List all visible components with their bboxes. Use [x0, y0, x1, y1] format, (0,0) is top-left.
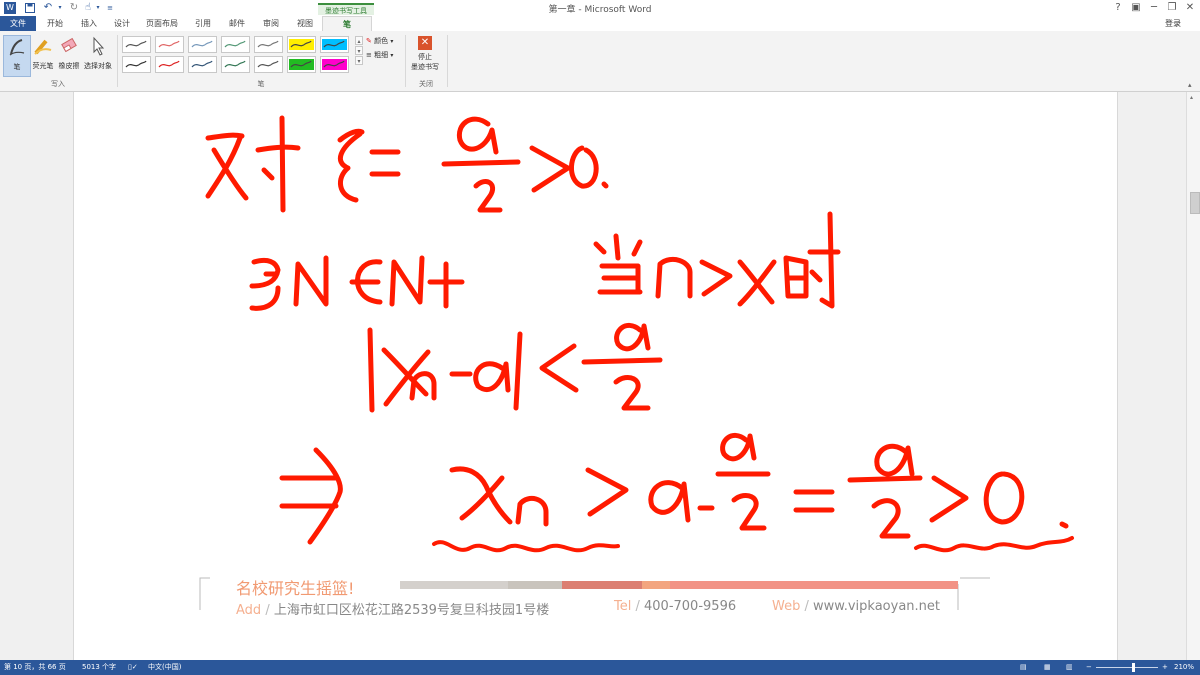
- word-count[interactable]: 5013 个字: [82, 660, 116, 675]
- watermark-graphics: [199, 577, 990, 610]
- web-layout-icon[interactable]: ▥: [1066, 660, 1073, 675]
- web-value: www.vipkaoyan.net: [813, 599, 940, 614]
- zoom-out-icon[interactable]: −: [1086, 660, 1092, 675]
- watermark-address: Add / 上海市虹口区松花江路2539号复旦科技园1号楼: [236, 599, 549, 618]
- watermark-phone: Tel / 400-700-9596: [614, 599, 736, 614]
- watermark-slogan: 名校研究生摇篮!: [236, 579, 355, 598]
- address-key: Add: [236, 603, 262, 618]
- zoom-slider[interactable]: [1096, 667, 1158, 668]
- phone-slash: /: [635, 599, 640, 614]
- address-value: 上海市虹口区松花江路2539号复旦科技园1号楼: [273, 603, 550, 618]
- print-layout-icon[interactable]: ▦: [1044, 660, 1051, 675]
- zoom-level[interactable]: 210%: [1174, 660, 1194, 675]
- address-slash: /: [265, 603, 270, 618]
- status-bar: 第 10 页，共 66 页 5013 个字 ▯✓ 中文(中国) ▤ ▦ ▥ − …: [0, 660, 1200, 675]
- phone-key: Tel: [614, 599, 632, 614]
- zoom-in-icon[interactable]: +: [1162, 660, 1168, 675]
- language-indicator[interactable]: 中文(中国): [148, 660, 181, 675]
- web-slash: /: [804, 599, 809, 614]
- phone-value: 400-700-9596: [644, 599, 737, 614]
- web-key: Web: [772, 599, 801, 614]
- zoom-slider-thumb[interactable]: [1132, 663, 1135, 672]
- page-count[interactable]: 第 10 页，共 66 页: [4, 660, 66, 675]
- read-mode-icon[interactable]: ▤: [1020, 660, 1027, 675]
- proofing-icon[interactable]: ▯✓: [128, 660, 138, 675]
- watermark-website: Web / www.vipkaoyan.net: [772, 599, 940, 614]
